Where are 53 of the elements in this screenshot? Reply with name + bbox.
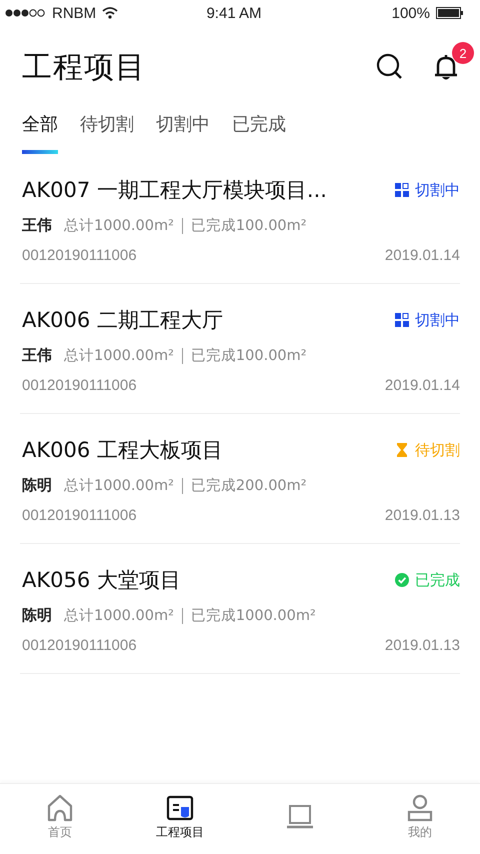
battery-percent: 100%	[392, 4, 430, 22]
status-label: 切割中	[415, 180, 460, 200]
search-button[interactable]	[376, 53, 404, 81]
filter-tab[interactable]: 切割中	[156, 112, 210, 154]
completed-area: 已完成1000.00m²	[190, 606, 316, 625]
project-date: 2019.01.14	[384, 377, 460, 394]
project-date: 2019.01.14	[384, 247, 460, 264]
project-code: 00120190111006	[22, 377, 137, 394]
project-title: AK007 一期工程大厅模块项目...	[22, 177, 327, 204]
home-icon	[46, 794, 74, 822]
project-code: 00120190111006	[22, 507, 137, 524]
completed-area: 已完成100.00m²	[190, 346, 307, 365]
status-label: 待切割	[415, 440, 460, 460]
filter-tab[interactable]: 全部	[22, 112, 58, 154]
project-item[interactable]: AK056 大堂项目 已完成 陈明 总计1000.00m² 已完成1000.00m² 00120190111006 2019.01.13	[20, 544, 460, 674]
project-code: 00120190111006	[22, 247, 137, 264]
wifi-icon	[102, 7, 118, 19]
status-label: 已完成	[415, 570, 460, 590]
completed-area: 已完成100.00m²	[190, 216, 307, 235]
battery-icon	[436, 7, 464, 19]
owner-name: 王伟	[22, 346, 52, 365]
person-icon	[406, 794, 434, 822]
nav-tab[interactable]: 首页	[0, 784, 120, 850]
project-date: 2019.01.13	[384, 507, 460, 524]
clock: 9:41 AM	[206, 4, 262, 22]
total-area: 总计1000.00m²	[64, 606, 174, 625]
total-area: 总计1000.00m²	[64, 216, 174, 235]
project-item[interactable]: AK006 二期工程大厅 切割中 王伟 总计1000.00m² 已完成100.00m² 00120190111006 2019.01.14	[20, 284, 460, 414]
carrier-name: RNBM	[52, 4, 96, 22]
page-title: 工程项目	[22, 48, 146, 86]
project-date: 2019.01.13	[384, 637, 460, 654]
project-title: AK056 大堂项目	[22, 567, 181, 594]
project-title: AK006 工程大板项目	[22, 437, 223, 464]
nav-tab[interactable]: 工程项目	[120, 784, 240, 850]
owner-name: 陈明	[22, 606, 52, 625]
project-title: AK006 二期工程大厅	[22, 307, 223, 334]
notification-button[interactable]	[432, 52, 460, 82]
completed-area: 已完成200.00m²	[190, 476, 307, 495]
owner-name: 陈明	[22, 476, 52, 495]
status-label: 切割中	[415, 310, 460, 330]
project-item[interactable]: AK007 一期工程大厅模块项目... 切割中 王伟 总计1000.00m² 已完成100.00m² 00120190111006 2019.01.14	[20, 154, 460, 284]
total-area: 总计1000.00m²	[64, 346, 174, 365]
laptop-icon	[286, 803, 314, 831]
owner-name: 王伟	[22, 216, 52, 235]
nav-tab[interactable]: 我的	[360, 784, 480, 850]
notification-badge: 2	[452, 42, 474, 64]
document-icon	[166, 794, 194, 822]
total-area: 总计1000.00m²	[64, 476, 174, 495]
project-code: 00120190111006	[22, 637, 137, 654]
filter-tab[interactable]: 待切割	[80, 112, 134, 154]
project-item[interactable]: AK006 工程大板项目 待切割 陈明 总计1000.00m² 已完成200.00m² 00120190111006 2019.01.13	[20, 414, 460, 544]
filter-tab[interactable]: 已完成	[232, 112, 286, 154]
signal-icon	[4, 8, 46, 18]
